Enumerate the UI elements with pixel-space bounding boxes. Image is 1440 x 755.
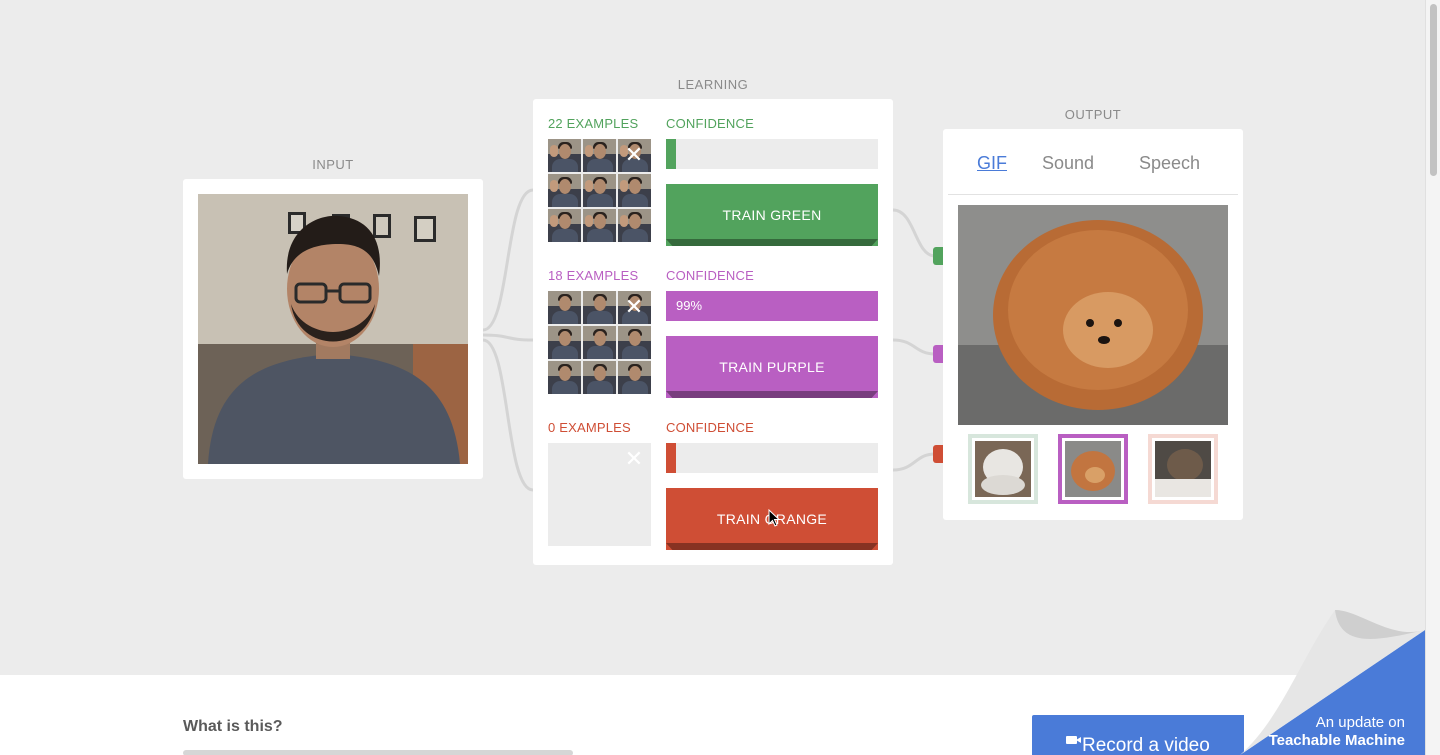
class-green: 22 EXAMPLES CONFIDENCE ✕ TRAIN GREEN (533, 99, 893, 251)
example-thumbnail (548, 174, 581, 207)
purple-output-port (933, 345, 943, 363)
gif-option-3[interactable] (1148, 434, 1218, 504)
output-section-label: OUTPUT (1064, 107, 1122, 122)
update-line-2: Teachable Machine (1268, 732, 1405, 749)
gif-thumbnail (975, 441, 1031, 497)
example-thumbnail (583, 291, 616, 324)
record-video-label: Record a video (1082, 734, 1210, 755)
train-green-label: TRAIN GREEN (722, 207, 822, 223)
video-camera-icon (1066, 736, 1081, 744)
output-tabs: GIF Sound Speech (943, 129, 1243, 195)
scrollbar-thumb[interactable] (1430, 4, 1437, 176)
class-orange-example-count: 0 EXAMPLES (548, 420, 631, 435)
example-thumbnail (583, 326, 616, 359)
class-purple-example-count: 18 EXAMPLES (548, 268, 639, 283)
gif-option-1[interactable] (968, 434, 1038, 504)
example-thumbnail (548, 326, 581, 359)
gif-thumbnail (1155, 441, 1211, 497)
train-purple-label: TRAIN PURPLE (719, 359, 825, 375)
example-thumbnail (618, 326, 651, 359)
teachable-machine-update-corner[interactable]: An update on Teachable Machine (1240, 600, 1425, 755)
class-orange-confidence-label: CONFIDENCE (666, 420, 754, 435)
example-thumbnail (583, 174, 616, 207)
gif-preview (958, 205, 1228, 425)
tab-speech[interactable]: Speech (1139, 153, 1200, 174)
green-output-port (933, 247, 943, 265)
example-thumbnail (618, 361, 651, 394)
tabs-divider (948, 194, 1238, 195)
class-green-confidence-value (666, 139, 676, 169)
page-scrollbar[interactable] (1425, 0, 1440, 755)
update-line-1: An update on (1315, 714, 1405, 731)
class-orange-examples: ✕ (548, 443, 651, 546)
example-thumbnail (618, 174, 651, 207)
train-green-button[interactable]: TRAIN GREEN (666, 184, 878, 246)
clear-examples-close-icon[interactable]: ✕ (623, 296, 645, 319)
mouse-cursor-icon (768, 509, 780, 527)
class-green-example-count: 22 EXAMPLES (548, 116, 639, 131)
record-video-button[interactable]: Record a video (1032, 715, 1244, 755)
example-thumbnail (548, 139, 581, 172)
learning-panel: 22 EXAMPLES CONFIDENCE ✕ TRAIN GREEN 18 … (533, 99, 893, 565)
gif-thumbnail (1065, 441, 1121, 497)
tab-gif[interactable]: GIF (977, 153, 1007, 174)
class-green-confidence-label: CONFIDENCE (666, 116, 754, 131)
train-purple-button[interactable]: TRAIN PURPLE (666, 336, 878, 398)
class-green-confidence-bar (666, 139, 878, 169)
gif-option-2-selected[interactable] (1058, 434, 1128, 504)
example-thumbnail (548, 291, 581, 324)
class-purple: 18 EXAMPLES CONFIDENCE ✕ 99% TRAIN PURPL… (533, 251, 893, 403)
example-thumbnail (583, 139, 616, 172)
what-is-this-heading: What is this? (183, 718, 283, 735)
class-purple-confidence-value: 99% (666, 291, 878, 321)
class-orange-confidence-value (666, 443, 676, 473)
clear-examples-close-icon[interactable]: ✕ (623, 144, 645, 167)
example-thumbnail (548, 361, 581, 394)
learning-section-label: LEARNING (677, 77, 749, 92)
example-thumbnail (583, 361, 616, 394)
class-green-examples: ✕ (548, 139, 651, 242)
class-purple-confidence-bar: 99% (666, 291, 878, 321)
class-orange-confidence-bar (666, 443, 878, 473)
webcam-feed (198, 194, 468, 464)
clear-examples-close-icon[interactable]: ✕ (623, 448, 645, 471)
orange-output-port (933, 445, 943, 463)
input-section-label: INPUT (312, 157, 354, 172)
example-thumbnail (583, 209, 616, 242)
blurred-text-line (183, 750, 573, 755)
output-panel: GIF Sound Speech (943, 129, 1243, 520)
class-purple-examples: ✕ (548, 291, 651, 394)
input-panel (183, 179, 483, 479)
example-thumbnail (548, 209, 581, 242)
tab-sound[interactable]: Sound (1042, 153, 1094, 174)
class-purple-confidence-label: CONFIDENCE (666, 268, 754, 283)
example-thumbnail (618, 209, 651, 242)
class-orange: 0 EXAMPLES CONFIDENCE ✕ TRAIN ORANGE (533, 403, 893, 555)
